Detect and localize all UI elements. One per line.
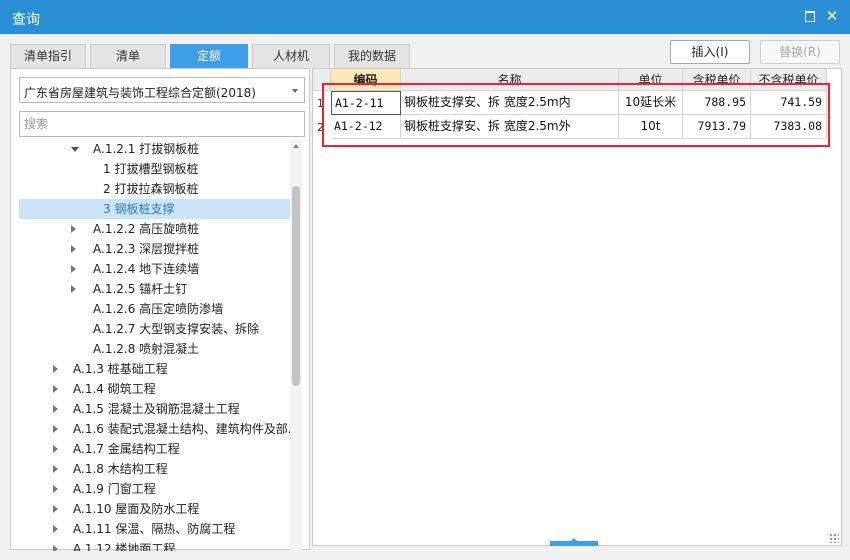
collapsed-arrow-icon[interactable] [53, 505, 58, 513]
row-marker: 2 [317, 121, 324, 134]
replace-button[interactable]: 替换(R) [760, 40, 840, 64]
tree-node-label: 3 钢板桩支撑 [103, 202, 175, 216]
tree-node-label: A.1.10 屋面及防水工程 [73, 502, 200, 516]
tree-node-label: A.1.2.8 喷射混凝土 [93, 342, 200, 356]
tab-labor-material-machine[interactable]: 人材机 [252, 44, 330, 68]
tree-node-label: A.1.6 装配式混凝土结构、建筑构件及部... [73, 422, 293, 436]
column-header-unit[interactable]: 单位 [619, 69, 683, 91]
tree-node[interactable]: A.1.2.6 高压定喷防渗墙 [19, 299, 293, 319]
collapsed-arrow-icon[interactable] [71, 265, 76, 273]
tree-node-label: A.1.11 保温、隔热、防腐工程 [73, 522, 236, 536]
tree-node[interactable]: A.1.11 保温、隔热、防腐工程 [19, 519, 293, 539]
resize-grip-icon[interactable] [829, 533, 839, 543]
tree-node-label: A.1.2.3 深层搅拌桩 [93, 242, 200, 256]
tree-node-label: A.1.2.6 高压定喷防渗墙 [93, 302, 224, 316]
tree-node-label: A.1.9 门窗工程 [73, 482, 156, 496]
tree-node[interactable]: A.1.5 混凝土及钢筋混凝土工程 [19, 399, 293, 419]
tree-node[interactable]: 2 打拔拉森钢板桩 [19, 179, 293, 199]
tree-node[interactable]: A.1.2.7 大型钢支撑安装、拆除 [19, 319, 293, 339]
tab-my-data[interactable]: 我的数据 [334, 44, 410, 68]
tree-node-label: A.1.7 金属结构工程 [73, 442, 180, 456]
tree-node-label: A.1.2.1 打拔钢板桩 [93, 142, 200, 156]
cell-name[interactable]: 钢板桩支撑安、拆 宽度2.5m内 [401, 91, 619, 115]
cell-code[interactable]: A1-2-11 [331, 91, 401, 115]
tree-node[interactable]: A.1.10 屋面及防水工程 [19, 499, 293, 519]
tree-node[interactable]: A.1.2.3 深层搅拌桩 [19, 239, 293, 259]
cell-name[interactable]: 钢板桩支撑安、拆 宽度2.5m外 [401, 115, 619, 139]
tree-node[interactable]: A.1.2.5 锚杆土钉 [19, 279, 293, 299]
search-input[interactable] [19, 111, 305, 137]
tree-node-label: A.1.3 桩基础工程 [73, 362, 168, 376]
collapsed-arrow-icon[interactable] [53, 365, 58, 373]
panel-splitter[interactable] [550, 538, 598, 546]
cell-price-tax[interactable]: 788.95 [683, 91, 751, 115]
column-header-name[interactable]: 名称 [401, 69, 619, 91]
column-header-price-notax[interactable]: 不含税单价 [751, 69, 827, 91]
quota-tree: A.1.2.1 打拔钢板桩 1 打拔槽型钢板桩 2 打拔拉森钢板桩 3 钢板桩支撑 A.… [19, 139, 293, 551]
collapsed-arrow-icon[interactable] [53, 425, 58, 433]
collapsed-arrow-icon[interactable] [53, 525, 58, 533]
collapsed-arrow-icon[interactable] [53, 385, 58, 393]
collapsed-arrow-icon[interactable] [71, 225, 76, 233]
cell-unit[interactable]: 10延长米 [619, 91, 683, 115]
tree-node[interactable]: A.1.6 装配式混凝土结构、建筑构件及部... [19, 419, 293, 439]
tree-node[interactable]: A.1.2.1 打拔钢板桩 [19, 139, 293, 159]
tree-node-label: A.1.4 砌筑工程 [73, 382, 156, 396]
tree-node[interactable]: A.1.2.4 地下连续墙 [19, 259, 293, 279]
tree-node[interactable]: A.1.9 门窗工程 [19, 479, 293, 499]
cell-price-notax[interactable]: 741.59 [751, 91, 827, 115]
expanded-arrow-icon[interactable] [71, 147, 79, 152]
insert-button[interactable]: 插入(I) [670, 40, 750, 64]
cell-price-notax[interactable]: 7383.08 [751, 115, 827, 139]
tree-node-label: A.1.2.7 大型钢支撑安装、拆除 [93, 322, 260, 336]
column-header-price-tax[interactable]: 含税单价 [683, 69, 751, 91]
tree-node-label: 2 打拔拉森钢板桩 [103, 182, 199, 196]
close-icon[interactable]: ✕ [824, 8, 840, 24]
column-header-code[interactable]: 编码 [331, 69, 401, 91]
tree-node[interactable]: 1 打拔槽型钢板桩 [19, 159, 293, 179]
library-select[interactable]: 广东省房屋建筑与装饰工程综合定额(2018) [19, 77, 305, 103]
result-panel: 编码 名称 单位 含税单价 不含税单价 1 A1-2-11 钢板桩支撑安、拆 宽… [312, 68, 842, 546]
row-marker: 1 [317, 97, 324, 110]
collapsed-arrow-icon[interactable] [53, 465, 58, 473]
tab-quota[interactable]: 定额 [170, 44, 248, 68]
collapsed-arrow-icon[interactable] [53, 485, 58, 493]
window-title: 查询 [12, 12, 40, 28]
collapsed-arrow-icon[interactable] [53, 445, 58, 453]
maximize-icon[interactable] [802, 8, 818, 24]
title-bar: 查询 ✕ [0, 0, 850, 34]
collapsed-arrow-icon[interactable] [53, 545, 58, 551]
tree-node-label: 1 打拔槽型钢板桩 [103, 162, 199, 176]
cell-unit[interactable]: 10t [619, 115, 683, 139]
tree-node[interactable]: A.1.3 桩基础工程 [19, 359, 293, 379]
collapsed-arrow-icon[interactable] [53, 405, 58, 413]
row-header-corner [313, 69, 331, 91]
tree-node[interactable]: A.1.7 金属结构工程 [19, 439, 293, 459]
collapsed-arrow-icon[interactable] [71, 245, 76, 253]
scroll-up-icon[interactable] [293, 144, 299, 148]
tree-node[interactable]: A.1.4 砌筑工程 [19, 379, 293, 399]
cell-code[interactable]: A1-2-12 [331, 115, 401, 139]
tree-node[interactable]: A.1.12 楼地面工程 [19, 539, 293, 551]
tree-scrollbar[interactable] [290, 140, 302, 550]
collapsed-arrow-icon[interactable] [71, 285, 76, 293]
scroll-thumb[interactable] [292, 186, 300, 386]
tree-node-label: A.1.2.5 锚杆土钉 [93, 282, 188, 296]
tab-bill[interactable]: 清单 [90, 44, 166, 68]
tree-node-label: A.1.2.4 地下连续墙 [93, 262, 200, 276]
tree-node[interactable]: A.1.8 木结构工程 [19, 459, 293, 479]
library-select-value: 广东省房屋建筑与装饰工程综合定额(2018) [24, 86, 256, 100]
cell-price-tax[interactable]: 7913.79 [683, 115, 751, 139]
tree-node-label: A.1.12 楼地面工程 [73, 542, 176, 551]
tree-node[interactable]: A.1.2.2 高压旋喷桩 [19, 219, 293, 239]
tree-node-label: A.1.5 混凝土及钢筋混凝土工程 [73, 402, 240, 416]
tab-bill-guide[interactable]: 清单指引 [10, 44, 86, 68]
tree-node[interactable]: 3 钢板桩支撑 [19, 199, 293, 219]
tree-node-label: A.1.2.2 高压旋喷桩 [93, 222, 200, 236]
left-panel: 广东省房屋建筑与装饰工程综合定额(2018) A.1.2.1 打拔钢板桩 1 打拔… [10, 68, 310, 551]
dropdown-arrow-icon [292, 89, 298, 93]
tree-node-label: A.1.8 木结构工程 [73, 462, 168, 476]
tree-node[interactable]: A.1.2.8 喷射混凝土 [19, 339, 293, 359]
